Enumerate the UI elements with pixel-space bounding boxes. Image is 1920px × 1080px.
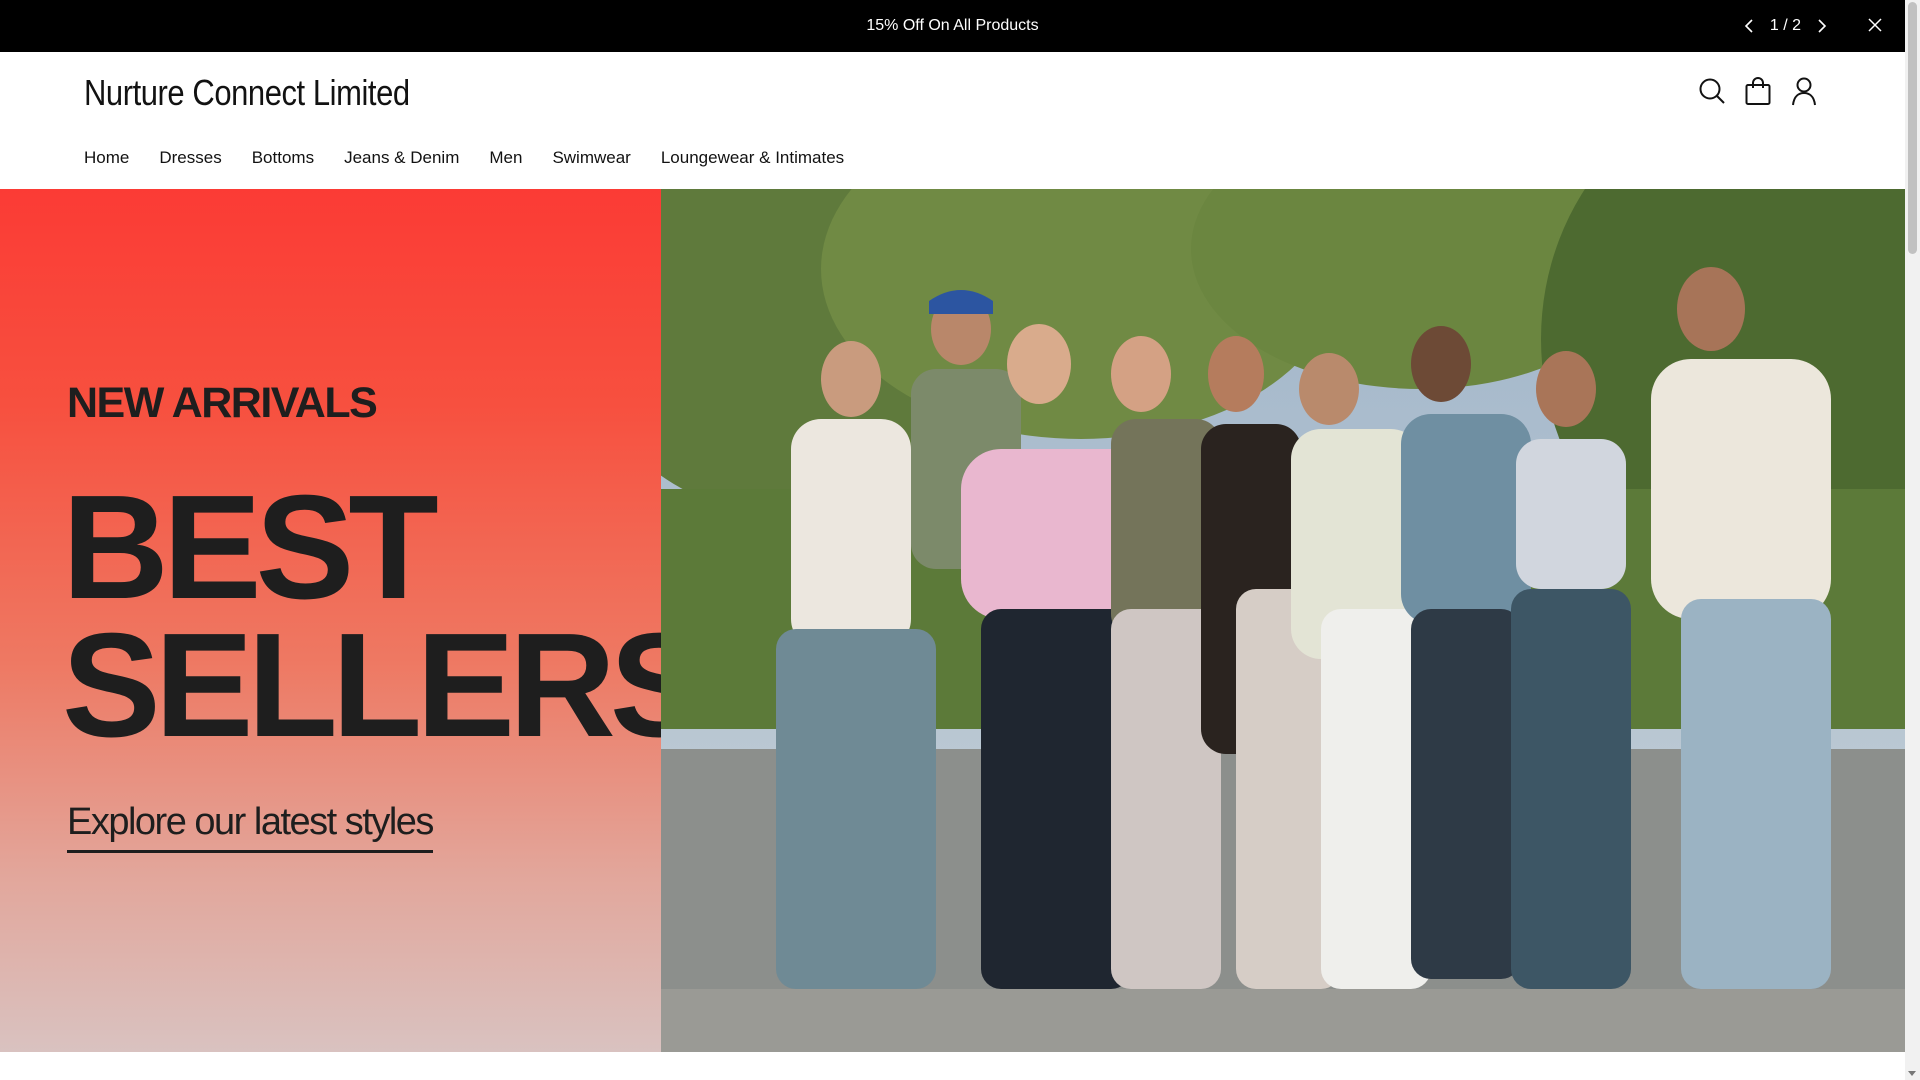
announcement-pager: 1 / 2 (1742, 0, 1829, 52)
hero-cta-link[interactable]: Explore our latest styles (67, 801, 434, 853)
nav-item-jeans-denim[interactable]: Jeans & Denim (344, 148, 459, 168)
scroll-down-arrow-icon[interactable] (1908, 1071, 1916, 1076)
hero-headline: BEST SELLERS (62, 465, 709, 768)
nav-item-bottoms[interactable]: Bottoms (252, 148, 314, 168)
hero-text-panel: NEW ARRIVALS BEST SELLERS Explore our la… (0, 189, 709, 1052)
nav-item-loungewear-intimates[interactable]: Loungewear & Intimates (661, 148, 844, 168)
hero-banner[interactable]: NEW ARRIVALS BEST SELLERS Explore our la… (0, 189, 1905, 1052)
announcement-page-count: 1 / 2 (1769, 17, 1801, 34)
nav-item-dresses[interactable]: Dresses (159, 148, 221, 168)
chevron-left-icon[interactable] (1742, 17, 1756, 35)
site-header: Nurture Connect Limited Home Dresses Bot… (0, 52, 1905, 189)
account-icon[interactable] (1789, 76, 1819, 106)
cart-icon[interactable] (1743, 76, 1773, 106)
page-scrollbar[interactable] (1905, 0, 1920, 1080)
scrollbar-thumb[interactable] (1908, 2, 1917, 254)
nav-item-swimwear[interactable]: Swimwear (552, 148, 630, 168)
nav-item-home[interactable]: Home (84, 148, 129, 168)
header-actions (1697, 76, 1819, 106)
main-nav: Home Dresses Bottoms Jeans & Denim Men S… (84, 148, 844, 168)
hero-eyebrow: NEW ARRIVALS (67, 379, 378, 427)
announcement-text: 15% Off On All Products (866, 17, 1039, 34)
search-icon[interactable] (1697, 76, 1727, 106)
hero-headline-line-2: SELLERS (62, 603, 709, 768)
chevron-right-icon[interactable] (1815, 17, 1829, 35)
hero-photo (661, 189, 1905, 1052)
close-icon[interactable] (1867, 17, 1883, 33)
nav-item-men[interactable]: Men (489, 148, 522, 168)
announcement-bar: 15% Off On All Products 1 / 2 (0, 0, 1905, 52)
site-logo[interactable]: Nurture Connect Limited (84, 72, 410, 114)
hero-headline-line-1: BEST (62, 465, 439, 630)
